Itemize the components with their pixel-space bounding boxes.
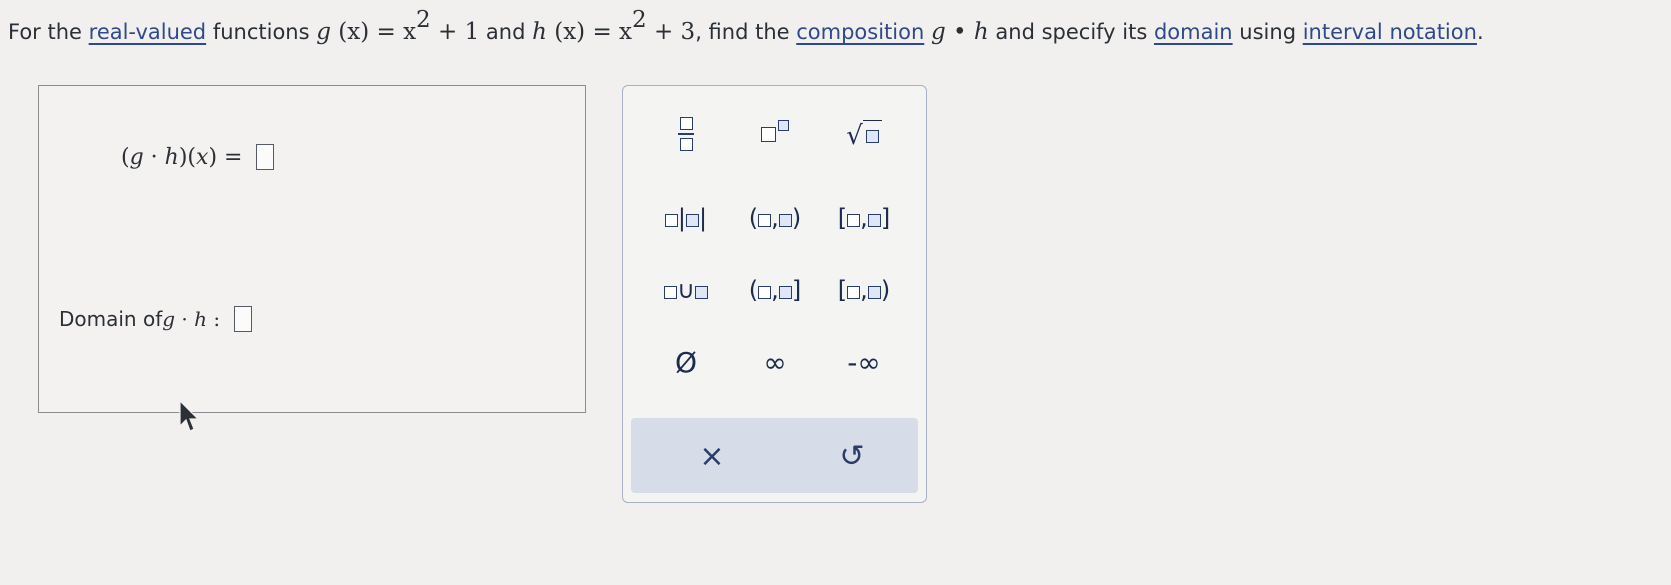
domain-row: Domain of g · h : [59, 306, 253, 332]
h-exponent: 2 [632, 7, 647, 33]
composition-link[interactable]: composition [796, 20, 924, 44]
domain-expression: g · h : [162, 307, 221, 331]
undo-button[interactable]: ↺ [813, 436, 891, 476]
mouse-pointer-icon [179, 400, 200, 432]
domain-link[interactable]: domain [1154, 20, 1233, 44]
union-key[interactable]: ∪ [647, 270, 725, 310]
g-name: g [316, 19, 331, 45]
question-part: , find the [695, 20, 797, 44]
half-open-right-icon: [,) [837, 276, 891, 304]
question-part: functions [206, 20, 317, 44]
undo-icon: ↺ [839, 438, 865, 474]
or-key[interactable]: | | [647, 198, 725, 238]
answer-panel: (g · h)(x) = Domain of g · h : [38, 85, 586, 413]
sqrt-key[interactable]: √ [825, 114, 903, 154]
empty-set-icon: Ø [674, 345, 698, 379]
union-icon: ∪ [664, 276, 708, 304]
domain-input[interactable] [234, 306, 253, 332]
empty-set-key[interactable]: Ø [647, 342, 725, 382]
composition-label: (g · h)(x) = [121, 144, 243, 170]
open-interval-key[interactable]: (,) [736, 198, 814, 238]
real-valued-link[interactable]: real-valued [89, 20, 207, 44]
h-tail: + 3 [646, 19, 696, 45]
composition-row: (g · h)(x) = [121, 144, 275, 170]
negative-infinity-icon: -∞ [847, 345, 881, 379]
question-part: using [1232, 20, 1303, 44]
open-interval-icon: (,) [748, 204, 802, 232]
fraction-icon [678, 117, 694, 151]
closed-interval-key[interactable]: [,] [825, 198, 903, 238]
infinity-key[interactable]: ∞ [736, 342, 814, 382]
h-name: h [532, 19, 547, 45]
half-open-left-icon: (,] [748, 276, 802, 304]
closed-interval-icon: [,] [837, 204, 891, 232]
exponent-icon [761, 120, 789, 147]
question-part: For the [8, 20, 89, 44]
palette-action-bar: × ↺ [631, 418, 918, 493]
infinity-icon: ∞ [763, 345, 787, 379]
question-part: and [485, 20, 533, 44]
fraction-key[interactable] [647, 114, 725, 154]
clear-button[interactable]: × [673, 436, 751, 476]
or-icon: | | [664, 204, 707, 232]
question-part: and specify its [988, 20, 1154, 44]
question-part: . [1476, 20, 1484, 44]
comp-h: h [973, 19, 989, 45]
composition-input[interactable] [256, 144, 275, 170]
g-args: (x) = x [330, 19, 417, 45]
sqrt-icon: √ [846, 119, 882, 149]
negative-infinity-key[interactable]: -∞ [825, 342, 903, 382]
interval-notation-link[interactable]: interval notation [1303, 20, 1477, 44]
h-args: (x) = x [546, 19, 633, 45]
comp-dot: • [945, 19, 974, 45]
domain-label: Domain of [59, 307, 163, 331]
math-palette: √ | | (,) [,] ∪ (,] [,) Ø ∞ -∞ × ↺ [622, 85, 927, 503]
comp-g: g [930, 19, 946, 45]
question-text: For the real-valued functions g (x) = x2… [8, 6, 1658, 50]
half-open-left-key[interactable]: (,] [736, 270, 814, 310]
exponent-key[interactable] [736, 114, 814, 154]
g-tail: + 1 [430, 19, 480, 45]
half-open-right-key[interactable]: [,) [825, 270, 903, 310]
g-exponent: 2 [416, 7, 431, 33]
close-icon: × [699, 438, 725, 474]
